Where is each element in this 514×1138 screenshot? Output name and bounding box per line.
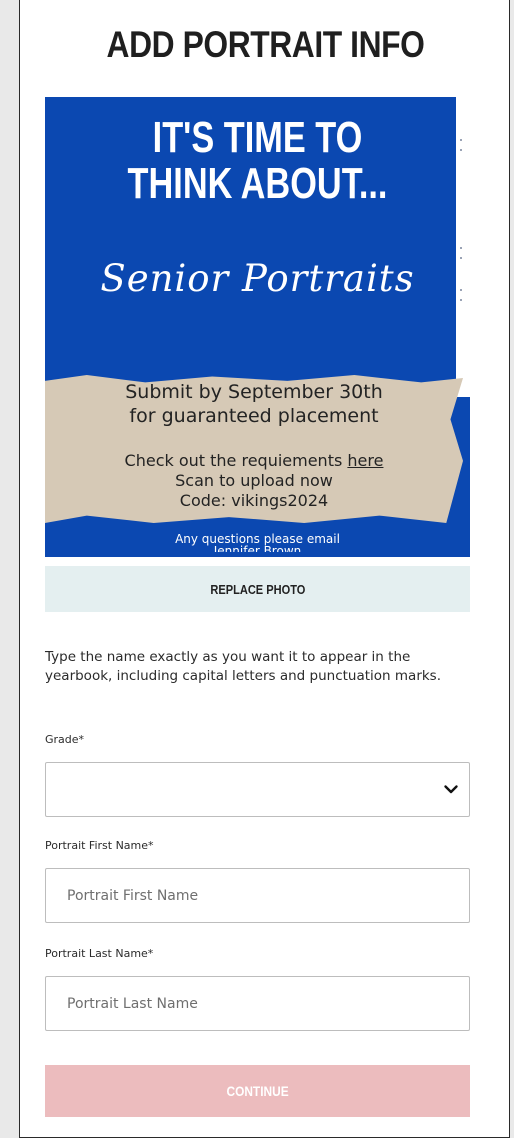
flyer-headline: IT'S TIME TO THINK ABOUT... [92,115,424,207]
page-title: ADD PORTRAIT INFO [106,24,425,65]
replace-photo-button[interactable]: REPLACE PHOTO [45,566,470,612]
chevron-down-icon [444,785,458,794]
flyer-footer: Any questions please email Jennifer Brow… [45,533,470,552]
flyer-scan-line: Scan to upload now [175,471,333,490]
continue-label: CONTINUE [226,1083,289,1099]
last-name-input[interactable] [45,976,470,1031]
flyer-headline-line1: IT'S TIME TO [152,113,363,162]
portrait-info-panel: ADD PORTRAIT INFO IT'S TIME TO THINK ABO… [19,0,510,1138]
replace-photo-label: REPLACE PHOTO [210,581,305,597]
flyer-submit-line1: Submit by September 30th [125,381,383,403]
flyer-requirements-line: Check out the requiements here [45,451,463,470]
grade-select[interactable] [45,762,470,817]
flyer-requirements-link: here [347,451,384,470]
flyer-script-text: Senior Portraits [100,257,415,300]
grade-label: Grade* [45,733,85,746]
flyer-code-line: Code: vikings2024 [179,491,329,510]
first-name-input[interactable] [45,868,470,923]
flyer-footer-line2: Jennifer Brown [213,545,302,552]
flyer-torn-paper: Submit by September 30th for guaranteed … [45,375,463,523]
flyer-headline-line2: THINK ABOUT... [127,159,388,208]
portrait-photo-preview: IT'S TIME TO THINK ABOUT... Senior Portr… [45,97,470,557]
last-name-label: Portrait Last Name* [45,947,154,960]
photo-edge-strip [456,97,470,397]
flyer-footer-line1: Any questions please email [175,532,340,546]
flyer-submit-line2: for guaranteed placement [129,405,379,427]
first-name-label: Portrait First Name* [45,839,154,852]
name-instructions: Type the name exactly as you want it to … [45,649,442,684]
continue-button[interactable]: CONTINUE [45,1065,470,1117]
flyer-requirements-text: Check out the requiements [124,451,348,470]
